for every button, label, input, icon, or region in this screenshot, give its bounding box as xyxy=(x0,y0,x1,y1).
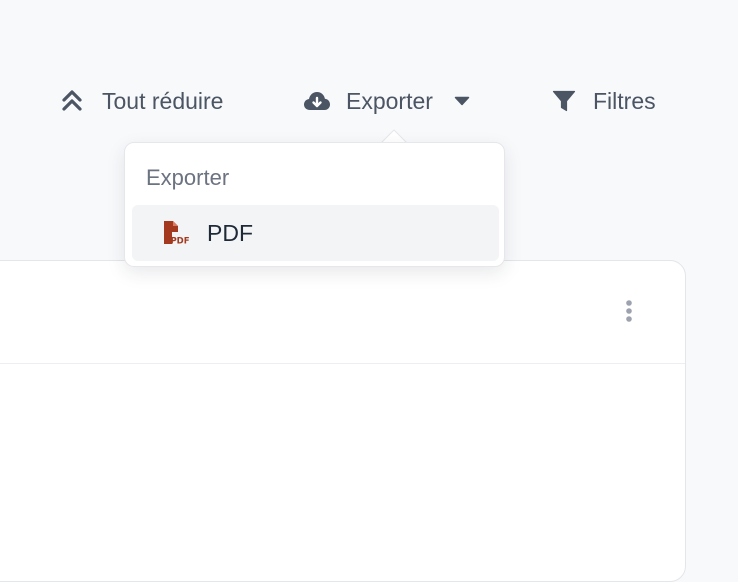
dropdown-arrow xyxy=(380,129,408,144)
cloud-download-icon xyxy=(303,89,331,113)
filters-button[interactable]: Filtres xyxy=(552,82,656,120)
export-menu-heading: Exporter xyxy=(146,165,230,190)
toolbar: Tout réduire Exporter Filtres xyxy=(0,82,738,120)
caret-down-icon xyxy=(454,96,470,106)
export-label: Exporter xyxy=(346,87,433,114)
file-pdf-icon: PDF xyxy=(161,219,190,247)
content-card xyxy=(0,260,686,582)
export-button[interactable]: Exporter xyxy=(303,82,470,120)
export-pdf-label: PDF xyxy=(207,219,253,246)
svg-text:PDF: PDF xyxy=(170,237,189,247)
more-options-icon[interactable] xyxy=(621,299,637,327)
collapse-all-label: Tout réduire xyxy=(102,87,224,114)
collapse-all-button[interactable]: Tout réduire xyxy=(61,82,223,120)
export-pdf-item[interactable]: PDF PDF xyxy=(132,205,499,261)
card-header xyxy=(0,261,685,364)
export-dropdown: Exporter PDF PDF xyxy=(124,142,505,267)
filter-icon xyxy=(552,89,576,113)
chevrons-up-icon xyxy=(61,89,83,113)
filters-label: Filtres xyxy=(593,87,656,114)
